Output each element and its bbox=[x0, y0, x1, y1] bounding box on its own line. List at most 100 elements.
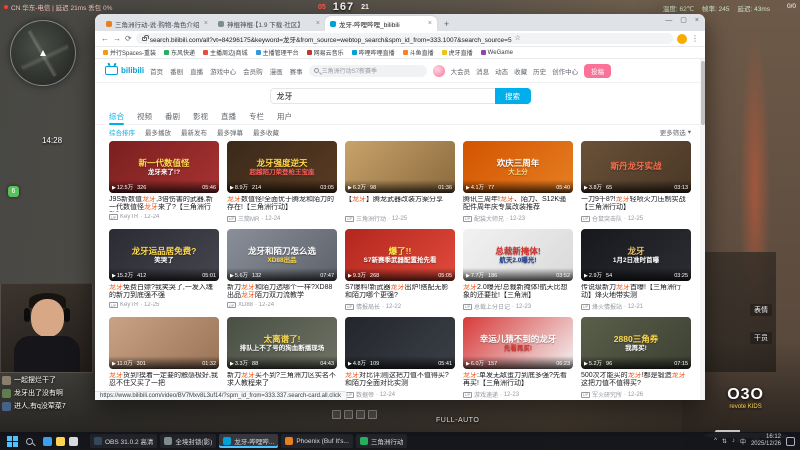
video-title[interactable]: 传说级新刀龙牙首曝!【三角洲行动】烽火地带实测 bbox=[581, 284, 691, 300]
result-tab[interactable]: 番剧 bbox=[165, 108, 180, 125]
video-title[interactable]: 【龙牙】腾龙武器改装方案分享 bbox=[345, 196, 455, 212]
header-action-item[interactable]: 动态 bbox=[495, 66, 508, 76]
video-card[interactable]: 总裁新掩体! 航天2.0曝光! ▶7.7万 186 03:52 龙牙2.0曝光!… bbox=[463, 229, 573, 311]
taskbar-app-button[interactable]: OBS 31.0.2 高清 bbox=[90, 434, 158, 448]
video-card[interactable]: 斯丹龙牙实战 ▶3.8万 65 03:13 一刀9千8?!龙牙轻喷火力压制实战【… bbox=[581, 141, 691, 223]
new-tab-button[interactable]: + bbox=[440, 17, 453, 30]
bookmark-item[interactable]: 虎牙直播 bbox=[441, 48, 473, 57]
notification-icon[interactable] bbox=[786, 436, 795, 446]
video-title[interactable]: 腾讯三周年!龙牙、陌刀、S12K骚配件周年庆专属改装推荐 bbox=[463, 196, 573, 212]
video-uploader[interactable]: UP 仓鼠突击队 12-25 bbox=[581, 214, 691, 223]
header-action-item[interactable]: 收藏 bbox=[514, 66, 527, 76]
pinned-app-icon[interactable] bbox=[56, 436, 65, 446]
clock[interactable]: 16:12 2025/12/26 bbox=[751, 434, 781, 448]
result-tab[interactable]: 直播 bbox=[221, 108, 236, 125]
video-card[interactable]: 2880三角券 我再买! ▶5.2万 96 07:15 500次才能买的龙牙!都… bbox=[581, 317, 691, 399]
video-thumbnail[interactable]: 总裁新掩体! 航天2.0曝光! ▶7.7万 186 03:52 bbox=[463, 229, 573, 281]
video-thumbnail[interactable]: ▶4.8万 109 05:41 bbox=[345, 317, 455, 369]
video-uploader[interactable]: UP 军火研究所 12-26 bbox=[581, 390, 691, 399]
video-title[interactable]: 龙牙2.0曝光!总裁新掩体!航天比想象的还要扯!【三角洲】 bbox=[463, 284, 573, 300]
result-tab[interactable]: 综合 bbox=[109, 108, 124, 125]
video-title[interactable]: 龙牙对比评测|这把刀值不值得买?和陌刀全面对比实测 bbox=[345, 372, 455, 388]
result-tab[interactable]: 视频 bbox=[137, 108, 152, 125]
bookmark-item[interactable]: 并行Spaces-重装 bbox=[103, 48, 156, 57]
video-title[interactable]: 龙牙:单发无敌蛋刀到底多强?先看再买!【三角洲行动】 bbox=[463, 372, 573, 388]
header-nav-item[interactable]: 漫画 bbox=[270, 66, 283, 76]
video-thumbnail[interactable]: 幸运儿猜不到的龙牙 先看再买! ▶6.0万 157 06:23 bbox=[463, 317, 573, 369]
video-title[interactable]: 龙牙货到!摸着一定要的触感极好,我忍不住又买了一把 bbox=[109, 372, 219, 388]
back-icon[interactable]: ← bbox=[101, 34, 109, 43]
video-uploader[interactable]: UP XD88 12-24 bbox=[227, 302, 337, 308]
sort-option[interactable]: 综合排序 bbox=[109, 127, 135, 137]
taskbar-app-button[interactable]: 三角洲行动 bbox=[355, 434, 408, 448]
header-nav-item[interactable]: 游戏中心 bbox=[210, 66, 236, 76]
sort-option[interactable]: 最新发布 bbox=[181, 127, 207, 137]
ime-indicator[interactable]: 中 bbox=[740, 437, 746, 446]
video-thumbnail[interactable]: 爆了!! S7新赛季武器配置抢先看 ▶9.3万 268 05:05 bbox=[345, 229, 455, 281]
user-avatar[interactable] bbox=[432, 64, 445, 77]
video-thumbnail[interactable]: 龙牙 1月2日准时首曝 ▶2.9万 54 03:25 bbox=[581, 229, 691, 281]
browser-tab[interactable]: 神棍神棍·【1.9 下载·社区】 × bbox=[213, 16, 325, 31]
header-nav-item[interactable]: 会员购 bbox=[243, 66, 263, 76]
video-title[interactable]: J9S新数值龙牙,3倍伤害的武器,新一代数值怪龙牙来了?【三角洲行动】 bbox=[109, 196, 219, 212]
game-menu-label[interactable]: 表情 bbox=[750, 304, 772, 316]
tab-close-icon[interactable]: × bbox=[204, 20, 208, 27]
video-uploader[interactable]: UP 烽火情报站 12-21 bbox=[581, 302, 691, 311]
video-card[interactable]: 龙牙 1月2日准时首曝 ▶2.9万 54 03:25 传说级新刀龙牙首曝!【三角… bbox=[581, 229, 691, 311]
result-tab[interactable]: 专栏 bbox=[249, 108, 264, 125]
video-card[interactable]: ▶11.0万 301 01:32 龙牙货到!摸着一定要的触感极好,我忍不住又买了… bbox=[109, 317, 219, 399]
video-thumbnail[interactable]: 龙牙和陌刀怎么选 XD88出品 ▶5.6万 132 07:47 bbox=[227, 229, 337, 281]
video-thumbnail[interactable]: 龙牙运品居免费? 笑哭了 ▶15.2万 412 05:01 bbox=[109, 229, 219, 281]
bookmark-item[interactable]: 主播周边|商城 bbox=[203, 48, 248, 57]
minimize-button[interactable]: — bbox=[665, 17, 672, 24]
video-card[interactable]: ▶6.2万 98 01:36 【龙牙】腾龙武器改装方案分享 UP 三角洲行动 1… bbox=[345, 141, 455, 223]
header-nav-item[interactable]: 番剧 bbox=[170, 66, 183, 76]
header-nav-item[interactable]: 直播 bbox=[190, 66, 203, 76]
header-action-item[interactable]: 历史 bbox=[533, 66, 546, 76]
video-uploader[interactable]: UP KeyTR 12-24 bbox=[109, 214, 219, 220]
upload-button[interactable]: 投稿 bbox=[584, 63, 612, 78]
video-card[interactable]: 龙牙和陌刀怎么选 XD88出品 ▶5.6万 132 07:47 新刀龙牙和陌刀选… bbox=[227, 229, 337, 311]
filter-more-button[interactable]: 更多筛选 ▾ bbox=[660, 127, 691, 137]
video-thumbnail[interactable]: ▶6.2万 98 01:36 bbox=[345, 141, 455, 193]
result-tab[interactable]: 用户 bbox=[277, 108, 292, 125]
video-uploader[interactable]: UP 三角洲行动 12-25 bbox=[345, 214, 455, 223]
video-card[interactable]: 太离谱了! 排队上不了号的狗血断播现场 ▶3.3万 88 04:43 新刀龙牙买… bbox=[227, 317, 337, 399]
reload-icon[interactable]: ⟳ bbox=[125, 34, 132, 43]
maximize-button[interactable]: ▢ bbox=[680, 16, 687, 24]
video-uploader[interactable]: UP KeyTR 12-25 bbox=[109, 302, 219, 308]
game-menu-label[interactable]: 干员 bbox=[750, 332, 772, 344]
video-card[interactable]: ▶4.8万 109 05:41 龙牙对比评测|这把刀值不值得买?和陌刀全面对比实… bbox=[345, 317, 455, 399]
browser-menu-icon[interactable]: ⋮ bbox=[691, 34, 699, 43]
browser-tab[interactable]: 三角洲行动-说·购物-角色介绍 × bbox=[101, 16, 213, 31]
tab-close-icon[interactable]: × bbox=[428, 20, 432, 27]
taskbar-app-button[interactable]: 龙牙-哔哩哔... bbox=[219, 434, 279, 448]
video-card[interactable]: 龙牙强度逆天 超越陌刀荣登枪王宝座 ▶8.9万 214 03:05 龙牙数值怪!… bbox=[227, 141, 337, 223]
video-title[interactable]: 新刀龙牙和陌刀选哪个一样?XD88出品龙牙陌刀双刀流教学 bbox=[227, 284, 337, 300]
video-thumbnail[interactable]: 太离谱了! 排队上不了号的狗血断播现场 ▶3.3万 88 04:43 bbox=[227, 317, 337, 369]
tray-caret-icon[interactable]: ^ bbox=[714, 438, 717, 444]
header-nav-item[interactable]: 赛事 bbox=[290, 66, 303, 76]
bookmark-item[interactable]: WeGame bbox=[480, 50, 513, 56]
video-title[interactable]: 龙牙数值怪!全面优于腾龙和陌刀的存在!【三角洲行动】 bbox=[227, 196, 337, 212]
video-uploader[interactable]: UP 总裁上分日记 12-23 bbox=[463, 302, 573, 311]
start-button[interactable] bbox=[7, 435, 18, 447]
header-action-item[interactable]: 消息 bbox=[476, 66, 489, 76]
header-action-item[interactable]: 创作中心 bbox=[552, 66, 578, 76]
search-button[interactable]: 搜索 bbox=[494, 88, 531, 104]
browser-tab[interactable]: 龙牙-哔哩哔哩_bilibili × bbox=[325, 16, 437, 31]
video-thumbnail[interactable]: 龙牙强度逆天 超越陌刀荣登枪王宝座 ▶8.9万 214 03:05 bbox=[227, 141, 337, 193]
close-button[interactable]: × bbox=[695, 17, 699, 24]
video-card[interactable]: 龙牙运品居免费? 笑哭了 ▶15.2万 412 05:01 龙牙免费白嫖?我笑哭… bbox=[109, 229, 219, 311]
video-thumbnail[interactable]: 2880三角券 我再买! ▶5.2万 96 07:15 bbox=[581, 317, 691, 369]
pinned-app-icon[interactable] bbox=[69, 436, 78, 446]
video-uploader[interactable]: UP 数据帝 12-24 bbox=[345, 390, 455, 399]
volume-icon[interactable]: ♪ bbox=[732, 438, 735, 444]
pinned-app-icon[interactable] bbox=[43, 436, 52, 446]
video-card[interactable]: 新一代数值怪 龙牙来了!? ▶12.5万 326 05:46 J9S新数值龙牙,… bbox=[109, 141, 219, 223]
video-thumbnail[interactable]: 欢庆三周年 大上分 ▶4.1万 77 05:40 bbox=[463, 141, 573, 193]
video-card[interactable]: 欢庆三周年 大上分 ▶4.1万 77 05:40 腾讯三周年!龙牙、陌刀、S12… bbox=[463, 141, 573, 223]
bookmark-item[interactable]: 哔哩哔哩直播 bbox=[351, 48, 395, 57]
video-title[interactable]: 一刀9千8?!龙牙轻喷火力压制实战【三角洲行动】 bbox=[581, 196, 691, 212]
bilibili-logo[interactable]: bilibili bbox=[105, 66, 144, 75]
